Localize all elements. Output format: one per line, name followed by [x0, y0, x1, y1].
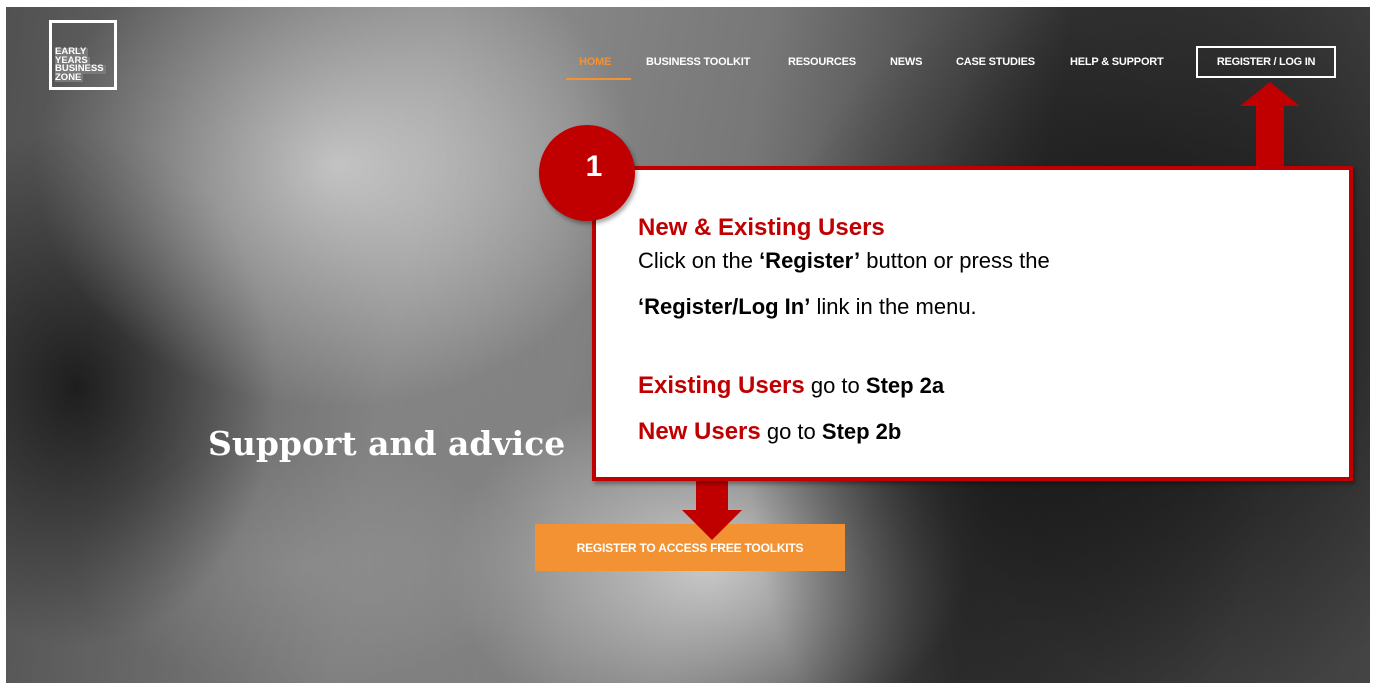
callout-instruction-line1: Click on the ‘Register’ button or press …	[638, 248, 1050, 274]
step-2a-label: Step 2a	[865, 373, 945, 398]
arrow-up-to-register-login	[1240, 82, 1300, 170]
text: go to	[760, 419, 822, 444]
text: go to	[804, 373, 866, 398]
step-number: 1	[585, 150, 603, 183]
step-2b-label: Step 2b	[821, 419, 902, 444]
register-term: ‘Register’	[759, 248, 861, 273]
instruction-callout: New & Existing Users Click on the ‘Regis…	[592, 166, 1353, 481]
existing-users-label: Existing Users	[638, 372, 805, 399]
callout-existing-users-line: Existing Users go to Step 2a	[638, 372, 944, 400]
register-login-term: ‘Register/Log In’	[638, 294, 811, 319]
callout-instruction-line2: ‘Register/Log In’ link in the menu.	[638, 294, 977, 320]
new-users-label: New Users	[638, 418, 761, 445]
text: Click on the	[638, 248, 760, 273]
text: link in the menu.	[810, 294, 977, 319]
callout-title: New & Existing Users	[638, 214, 885, 241]
arrow-down-to-cta	[682, 478, 742, 540]
callout-new-users-line: New Users go to Step 2b	[638, 418, 901, 446]
text: button or press the	[860, 248, 1050, 273]
